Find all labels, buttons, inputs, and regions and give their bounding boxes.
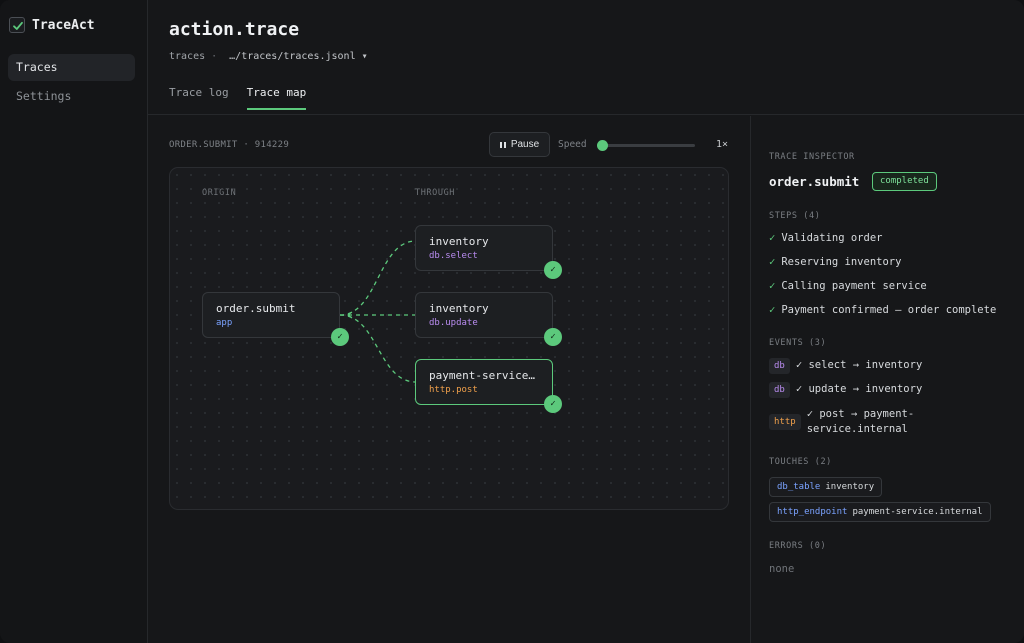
node-kind: db.update [429,318,478,328]
node-kind: db.select [429,251,478,261]
node-order-submit[interactable]: order.submit app [202,292,340,338]
step-item: ✓ Calling payment service [769,280,927,292]
speed-label: Speed [558,139,587,150]
events-label: EVENTS (3) [769,338,827,348]
event-text: ✓ post → payment-service.internal [806,408,915,435]
check-icon: ✓ [769,256,776,268]
event-item: db ✓ update → inventory [769,382,922,398]
touch-chip[interactable]: http_endpoint payment-service.internal [769,502,991,522]
step-item: ✓ Validating order [769,232,883,244]
tab-trace-log[interactable]: Trace log [169,86,229,110]
speed-slider[interactable] [597,140,695,151]
trace-map-panel: ORDER.SUBMIT · 914229 Pause Speed 1× ORI… [148,116,750,643]
step-item: ✓ Reserving inventory [769,256,902,268]
inspector-title: order.submit [769,174,860,189]
app-window: TraceAct Traces Settings action.trace tr… [0,0,1024,643]
event-tag: db [769,382,790,398]
trace-edges [339,240,417,383]
node-complete-check-icon: ✓ [331,328,349,346]
inspector-section-label: TRACE INSPECTOR [769,152,855,162]
page-header: action.trace traces · …/traces/traces.js… [148,0,1024,115]
event-tag: db [769,358,790,374]
app-name: TraceAct [32,17,95,33]
event-text: ✓ select → inventory [795,359,923,371]
logo-check-icon [9,17,25,33]
check-icon: ✓ [769,280,776,292]
node-inventory-update[interactable]: inventory db.update [415,292,553,338]
run-label: ORDER.SUBMIT · 914229 [169,140,290,150]
sidebar-item-traces[interactable]: Traces [8,54,135,81]
pause-button[interactable]: Pause [489,132,550,157]
tab-trace-map[interactable]: Trace map [246,86,307,110]
event-tag: http [769,414,801,430]
node-name: inventory [429,235,489,248]
check-icon: ✓ [769,304,776,316]
event-item: http ✓ post → payment-service.internal [769,407,914,437]
touch-chip[interactable]: db_table inventory [769,477,883,497]
edge-order-to-inventory-select [339,240,417,316]
node-name: payment-service.i… [429,369,539,382]
node-complete-check-icon: ✓ [544,395,562,413]
speed-value: 1× [716,139,729,150]
event-item: db ✓ select → inventory [769,358,922,374]
speed-slider-thumb[interactable] [597,140,608,151]
edge-order-to-payment-service [339,314,417,383]
node-name: inventory [429,302,489,315]
breadcrumb-root[interactable]: traces [169,51,205,62]
trace-map-canvas[interactable]: ORIGIN THROUGH order.submit app ✓ invent… [169,167,729,510]
sidebar: TraceAct Traces Settings [0,0,148,643]
steps-label: STEPS (4) [769,211,821,221]
check-icon: ✓ [769,232,776,244]
file-selector[interactable]: …/traces/traces.jsonl ▾ [229,51,367,62]
node-name: order.submit [216,302,296,315]
node-complete-check-icon: ✓ [544,261,562,279]
node-kind: http.post [429,385,478,395]
brand: TraceAct [9,16,95,34]
errors-none-text: none [769,563,795,575]
node-kind: app [216,318,233,328]
step-item: ✓ Payment confirmed — order complete [769,304,997,316]
pause-icon [499,141,506,148]
pause-label: Pause [510,139,540,150]
breadcrumb-separator: · [211,51,218,62]
sidebar-item-settings[interactable]: Settings [8,83,135,110]
node-inventory-select[interactable]: inventory db.select [415,225,553,271]
node-complete-check-icon: ✓ [544,328,562,346]
trace-inspector: TRACE INSPECTOR order.submit completed S… [750,116,1024,643]
page-title: action.trace [169,19,300,40]
status-badge: completed [872,172,937,191]
node-payment-service[interactable]: payment-service.i… http.post [415,359,553,405]
errors-label: ERRORS (0) [769,541,827,551]
tab-bar: Trace log Trace map [169,86,307,110]
breadcrumb: traces · …/traces/traces.jsonl ▾ [169,51,368,62]
touches-label: TOUCHES (2) [769,457,832,467]
event-text: ✓ update → inventory [795,383,923,395]
